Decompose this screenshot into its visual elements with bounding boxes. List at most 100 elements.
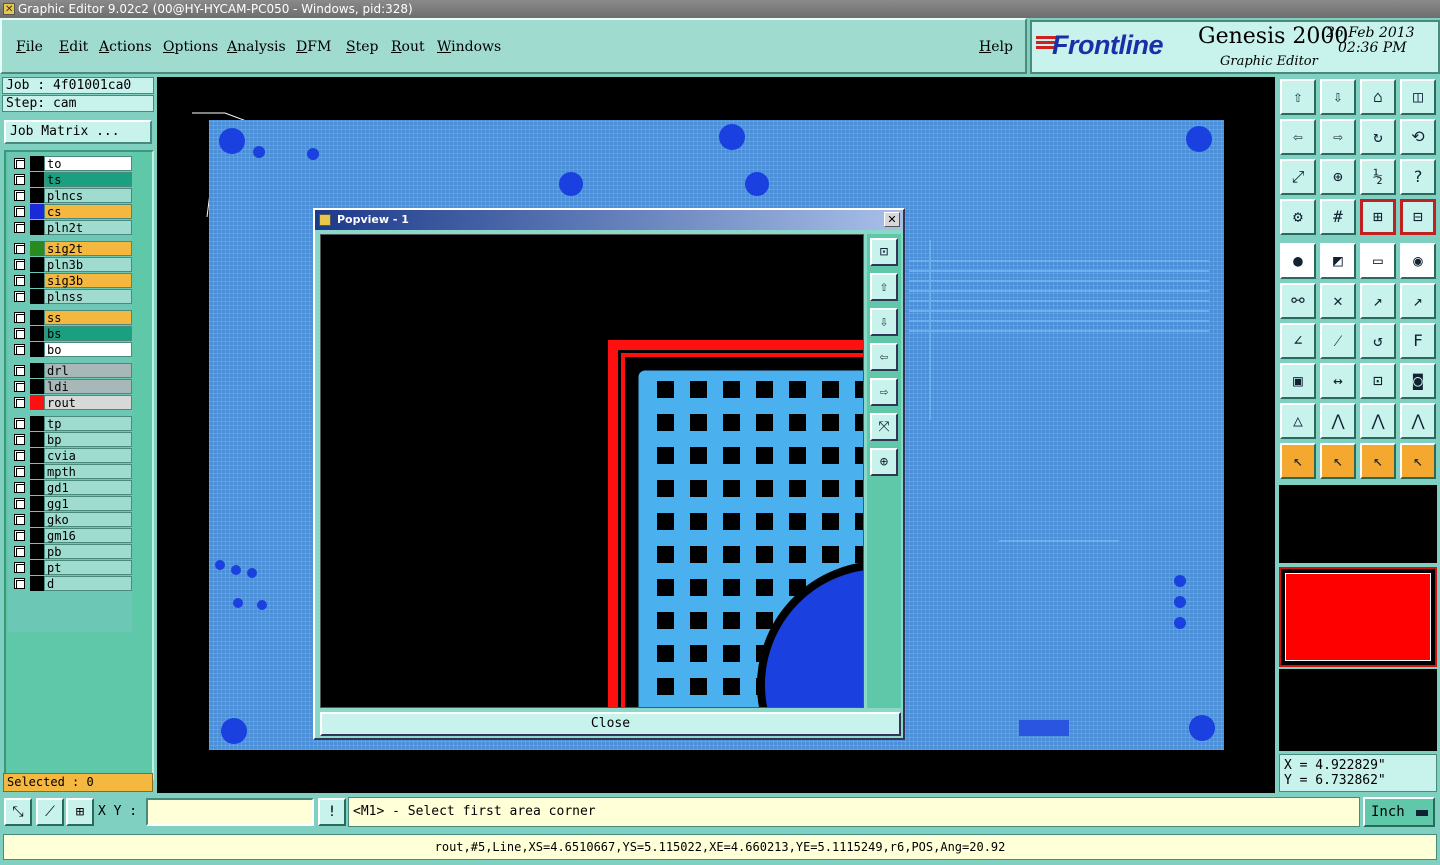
job-matrix-button[interactable]: Job Matrix ... [4,120,152,144]
text-icon[interactable]: F [1400,323,1436,359]
zoom-in-icon[interactable]: ⊕ [1320,159,1356,195]
layer-row[interactable]: mpth [10,464,132,479]
layer-name[interactable]: cvia [44,448,132,463]
layer-row[interactable]: bs [10,326,132,341]
line-add-icon[interactable]: ↗ [1360,283,1396,319]
measure-icon[interactable]: ⊞ [1360,199,1396,235]
popview-titlebar[interactable]: Popview - 1 ✕ [315,210,903,230]
menu-file[interactable]: File [16,39,43,55]
display-features-icon[interactable]: ● [1280,243,1316,279]
layer-checkbox[interactable] [14,466,25,477]
layer-name[interactable]: pb [44,544,132,559]
layer-checkbox[interactable] [14,365,25,376]
pan-right-icon[interactable]: ⇨ [1320,119,1356,155]
connect-icon[interactable]: ⚯ [1280,283,1316,319]
layer-checkbox[interactable] [14,243,25,254]
popview-zoom-in-icon[interactable]: ⊕ [870,448,898,476]
menu-edit[interactable]: Edit [59,39,88,55]
menu-windows[interactable]: Windows [437,39,501,55]
popview-pan-up-icon[interactable]: ⇧ [870,273,898,301]
grid-snap-icon[interactable]: ⊞ [66,798,94,826]
pan-down-icon[interactable]: ⇩ [1320,79,1356,115]
pointer-icon[interactable]: ↖ [1280,443,1316,479]
layer-row[interactable]: plncs [10,188,132,203]
menu-options[interactable]: Options [163,39,218,55]
layer-name[interactable]: d [44,576,132,591]
popview-zoom-window-icon[interactable]: ⊡ [870,238,898,266]
menu-actions[interactable]: Actions [99,39,152,55]
popview-pan-down-icon[interactable]: ⇩ [870,308,898,336]
layer-name[interactable]: cs [44,204,132,219]
layer-row[interactable]: gd1 [10,480,132,495]
arch-cross-icon[interactable]: ⋀ [1400,403,1436,439]
layer-row[interactable]: tp [10,416,132,431]
layer-checkbox[interactable] [14,546,25,557]
layer-row[interactable]: rout [10,395,132,410]
layer-checkbox[interactable] [14,158,25,169]
pointer-box-icon[interactable]: ↖ [1320,443,1356,479]
surface-icon[interactable]: ◙ [1400,363,1436,399]
layer-checkbox[interactable] [14,190,25,201]
scale-1-2-icon[interactable]: ½ [1360,159,1396,195]
layer-checkbox[interactable] [14,450,25,461]
layer-name[interactable]: sig2t [44,241,132,256]
overview-map[interactable] [1279,567,1437,667]
grid-icon[interactable]: # [1320,199,1356,235]
layer-name[interactable]: bo [44,342,132,357]
split-view-icon[interactable]: ◫ [1400,79,1436,115]
layer-checkbox[interactable] [14,381,25,392]
layer-checkbox[interactable] [14,344,25,355]
snap-icon[interactable]: ⚙ [1280,199,1316,235]
popview-close-icon[interactable]: ✕ [884,212,900,227]
layer-row[interactable]: pt [10,560,132,575]
layer-row[interactable]: gm16 [10,528,132,543]
zoom-fit-icon[interactable]: ⤢ [1280,159,1316,195]
layer-row[interactable]: gko [10,512,132,527]
layer-name[interactable]: pln2t [44,220,132,235]
slash-icon[interactable]: ⁄ [1320,323,1356,359]
layer-name[interactable]: mpth [44,464,132,479]
pan-up-icon[interactable]: ⇧ [1280,79,1316,115]
layer-row[interactable]: pln2t [10,220,132,235]
resize-icon[interactable]: ⊡ [1360,363,1396,399]
layer-row[interactable]: ss [10,310,132,325]
layer-row[interactable]: gg1 [10,496,132,511]
layer-row[interactable]: bp [10,432,132,447]
layer-row[interactable]: to [10,156,132,171]
layer-checkbox[interactable] [14,498,25,509]
zoom-line-icon[interactable]: ⤡ [4,798,32,826]
pointer-select-icon[interactable]: ↖ [1360,443,1396,479]
layer-name[interactable]: gko [44,512,132,527]
layer-name[interactable]: pln3b [44,257,132,272]
popview-pan-left-icon[interactable]: ⇦ [870,343,898,371]
menu-rout[interactable]: Rout [391,39,425,55]
layer-name[interactable]: bs [44,326,132,341]
measure-pads-icon[interactable]: ⊟ [1400,199,1436,235]
layer-checkbox[interactable] [14,397,25,408]
layer-checkbox[interactable] [14,174,25,185]
arch-line-icon[interactable]: ⋀ [1360,403,1396,439]
units-select[interactable]: Inch [1363,797,1435,827]
layer-name[interactable]: gd1 [44,480,132,495]
layer-row[interactable]: plnss [10,289,132,304]
layer-name[interactable]: ldi [44,379,132,394]
layer-checkbox[interactable] [14,222,25,233]
popview-pan-right-icon[interactable]: ⇨ [870,378,898,406]
layer-name[interactable]: rout [44,395,132,410]
layer-row[interactable]: d [10,576,132,591]
menu-dfm[interactable]: DFM [296,39,331,55]
layer-checkbox[interactable] [14,482,25,493]
help-icon[interactable]: ? [1400,159,1436,195]
layer-checkbox[interactable] [14,578,25,589]
layer-checkbox[interactable] [14,206,25,217]
layer-name[interactable]: ss [44,310,132,325]
move-icon[interactable]: ↔ [1320,363,1356,399]
line-pad-icon[interactable]: ↗ [1400,283,1436,319]
layer-row[interactable]: sig2t [10,241,132,256]
layer-name[interactable]: bp [44,432,132,447]
layer-row[interactable]: bo [10,342,132,357]
layer-checkbox[interactable] [14,418,25,429]
layer-row[interactable]: pln3b [10,257,132,272]
layer-checkbox[interactable] [14,562,25,573]
ruler-icon[interactable]: ▭ [1360,243,1396,279]
